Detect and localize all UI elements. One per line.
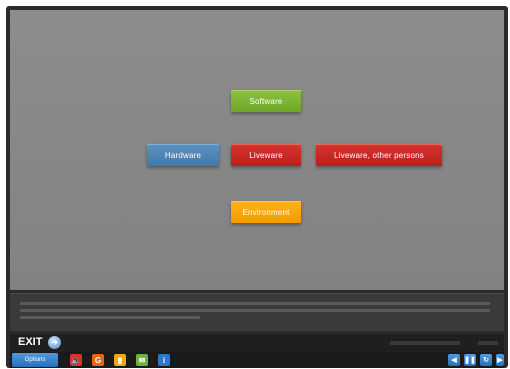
caption-text-line bbox=[20, 316, 200, 319]
node-hardware[interactable]: Hardware bbox=[147, 144, 219, 166]
slide-stage: Software Hardware Liveware Liveware, oth… bbox=[10, 10, 504, 290]
glossary-icon[interactable]: G bbox=[92, 354, 104, 366]
replay-icon[interactable]: ↻ bbox=[480, 354, 492, 366]
caption-text-line bbox=[20, 309, 490, 312]
notes-icon[interactable]: ▮ bbox=[114, 354, 126, 366]
caption-text-line bbox=[20, 302, 490, 305]
previous-icon[interactable]: ◀ bbox=[448, 354, 460, 366]
audio-icon[interactable]: 🔈 bbox=[70, 354, 82, 366]
node-liveware-other-persons[interactable]: Liveware, other persons bbox=[316, 144, 442, 166]
exit-bar: EXIT ➜ bbox=[10, 334, 504, 352]
pause-icon[interactable]: ❚❚ bbox=[464, 354, 476, 366]
comments-icon[interactable]: ✉ bbox=[136, 354, 148, 366]
caption-bar bbox=[10, 293, 504, 331]
options-button[interactable]: Options bbox=[12, 353, 58, 367]
next-icon[interactable]: ▶ bbox=[496, 354, 504, 366]
course-player: Software Hardware Liveware Liveware, oth… bbox=[6, 6, 508, 368]
slide-counter-placeholder bbox=[478, 341, 498, 345]
toolbar: Options 🔈 G ▮ ✉ i ◀ ❚❚ ↻ ▶ bbox=[10, 352, 504, 368]
exit-button[interactable]: EXIT bbox=[18, 336, 42, 348]
course-title-placeholder bbox=[390, 341, 460, 345]
node-liveware[interactable]: Liveware bbox=[231, 144, 301, 166]
arrow-circle-icon[interactable]: ➜ bbox=[48, 336, 61, 349]
node-environment[interactable]: Environment bbox=[231, 201, 301, 223]
node-software[interactable]: Software bbox=[231, 90, 301, 112]
info-icon[interactable]: i bbox=[158, 354, 170, 366]
